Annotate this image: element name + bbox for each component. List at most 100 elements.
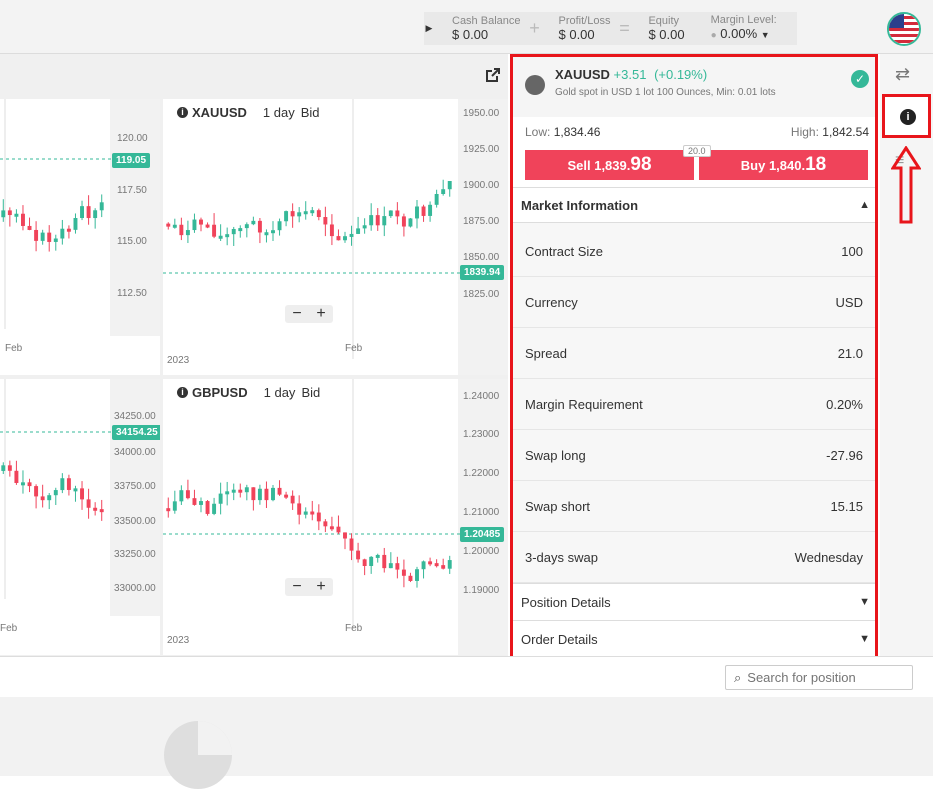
candle: [93, 210, 98, 219]
chart-top-left[interactable]: 120.00 117.50 115.00 112.50 119.05 Feb: [0, 99, 160, 375]
instrument-info-panel: XAUUSD +3.51 (+0.19%) Gold spot in USD 1…: [510, 54, 878, 661]
market-info-label: Swap long: [525, 447, 586, 463]
candle: [66, 228, 71, 232]
candle: [205, 224, 210, 228]
market-info-label: Spread: [525, 345, 567, 361]
candle: [271, 230, 275, 234]
search-box[interactable]: ⌕: [725, 665, 913, 690]
candle: [303, 511, 308, 515]
candle: [238, 228, 243, 232]
zoom-out-button[interactable]: −: [285, 305, 309, 323]
chart-gbpusd[interactable]: i GBPUSD 1 day Bid 1.24000 1.23000 1.220…: [163, 379, 508, 655]
us-flag-icon[interactable]: [887, 12, 921, 46]
candle: [395, 563, 400, 570]
candle: [336, 526, 341, 533]
candle: [99, 509, 104, 513]
zoom-out-button[interactable]: −: [285, 578, 309, 596]
search-input[interactable]: [745, 669, 900, 686]
market-info-label: Currency: [525, 294, 578, 310]
info-icon[interactable]: i: [177, 387, 188, 398]
instrument-header: XAUUSD +3.51 (+0.19%) Gold spot in USD 1…: [513, 57, 875, 117]
zoom-in-button[interactable]: +: [309, 578, 333, 596]
price-range: Low: 1,834.46 High: 1,842.54: [525, 125, 869, 139]
candle: [369, 556, 374, 566]
market-info-row: Swap long -27.96: [513, 430, 875, 481]
candle: [388, 210, 393, 217]
order-details-header[interactable]: Order Details ▼: [513, 620, 875, 657]
top-bar: ▶ Cash Balance $ 0.00 + Profit/Loss $ 0.…: [0, 0, 933, 54]
sell-button[interactable]: Sell 1,839.98: [525, 150, 694, 180]
market-info-rows: Contract Size 100 Currency USD Spread 21.0 Mar…: [513, 226, 875, 583]
expand-arrow-icon[interactable]: ▶: [424, 23, 434, 34]
right-sidebar: ⇄ i ≡: [880, 54, 933, 664]
margin-level[interactable]: Margin Level: ● 0.00% ▼: [693, 14, 797, 43]
market-info-row: 3-days swap Wednesday: [513, 532, 875, 583]
chart-xauusd[interactable]: i XAUUSD 1 day Bid 1950.00 1925.00 1900.…: [163, 99, 508, 375]
candle: [297, 503, 302, 515]
candle: [257, 488, 262, 501]
candle: [34, 229, 39, 241]
market-info-value: Wednesday: [794, 549, 863, 565]
market-info-value: 100: [841, 243, 863, 259]
candle: [382, 554, 387, 569]
candle: [447, 181, 452, 190]
candle: [343, 236, 347, 241]
instrument-change-pct: (+0.19%): [654, 67, 708, 82]
popout-icon[interactable]: [486, 68, 500, 87]
candle: [199, 501, 203, 505]
buy-button[interactable]: Buy 1,840.18: [699, 150, 868, 180]
market-info-list: Contract Size 100 Currency USD Spread 21.0 Mar…: [513, 223, 875, 583]
chart-bottom-left[interactable]: 34250.00 34000.00 33750.00 33500.00 3325…: [0, 379, 160, 655]
candle: [7, 210, 12, 216]
candle: [408, 218, 413, 227]
candle: [447, 560, 452, 569]
candle: [434, 193, 439, 205]
candle: [395, 210, 400, 217]
candle: [290, 495, 295, 504]
candle: [225, 491, 230, 495]
candle: [297, 212, 302, 217]
candle: [185, 490, 190, 499]
account-summary: ▶ Cash Balance $ 0.00 + Profit/Loss $ 0.…: [424, 12, 797, 45]
candle: [80, 488, 84, 500]
candle: [53, 238, 58, 242]
dropdown-caret-icon: ▼: [760, 30, 770, 40]
positions-bar: ⌕: [0, 656, 933, 697]
candle: [73, 488, 78, 492]
info-icon[interactable]: i: [177, 107, 188, 118]
candle: [238, 489, 243, 493]
candle: [166, 223, 171, 227]
market-info-value: USD: [835, 294, 863, 310]
candle: [415, 206, 419, 219]
candle: [277, 487, 282, 495]
candle: [369, 215, 374, 226]
candle: [434, 563, 439, 567]
candle: [66, 478, 71, 490]
candle: [375, 554, 380, 558]
market-info-row: Swap short 15.15: [513, 481, 875, 532]
candle: [441, 189, 446, 194]
candle: [323, 217, 328, 225]
chart-title: i XAUUSD 1 day Bid: [177, 105, 320, 120]
zoom-in-button[interactable]: +: [309, 305, 333, 323]
plus-icon: +: [529, 18, 540, 38]
candle: [264, 232, 269, 236]
position-details-header[interactable]: Position Details ▼: [513, 583, 875, 620]
candle: [199, 219, 203, 225]
swap-arrows-icon[interactable]: ⇄: [895, 64, 910, 85]
candle: [251, 487, 256, 501]
candle: [60, 228, 65, 239]
market-info-label: Swap short: [525, 498, 591, 514]
collapse-caret-icon: ▲: [859, 199, 870, 211]
market-info-value: 21.0: [837, 345, 863, 361]
candle: [356, 550, 361, 560]
candle: [401, 569, 406, 576]
market-info-row: Spread 21.0: [513, 328, 875, 379]
candle: [1, 210, 6, 218]
candle: [290, 211, 295, 217]
info-tab-button[interactable]: i: [882, 94, 931, 138]
candle: [27, 225, 32, 230]
candle: [408, 575, 413, 581]
candle: [40, 496, 45, 501]
market-info-header[interactable]: Market Information ▲: [513, 187, 875, 223]
